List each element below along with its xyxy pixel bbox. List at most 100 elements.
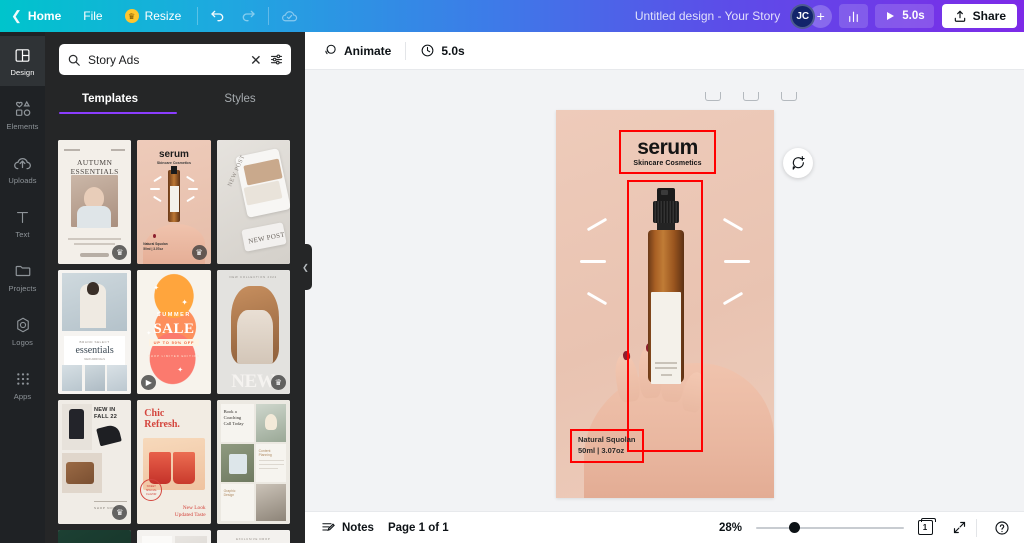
more-options-icon[interactable] [781,92,797,101]
page-manager-button[interactable]: 1 [912,516,938,540]
file-label: File [83,9,103,23]
resize-button[interactable]: ♛ Resize [114,0,193,32]
add-comment-button[interactable] [783,148,813,178]
sidebar-item-logos[interactable]: Logos [0,306,45,356]
collaborators: JC + [790,3,833,29]
sidebar-item-elements[interactable]: Elements [0,90,45,140]
template-thumb-chic-refresh[interactable]: Chic Refresh. SWEET SPECIAL FLAVOR New Look… [137,400,211,524]
caption-line-2: 50ml | 3.07oz [578,446,625,456]
template-thumb-new-collection-blue[interactable]: EXCLUSIVE DROP NEW COLLECTION [216,530,290,543]
sidebar-item-uploads[interactable]: Uploads [0,144,45,194]
decorative-ray [724,260,750,263]
brand-subtitle: Skincare Cosmetics [633,160,702,167]
brand-text-selection-box[interactable]: serum Skincare Cosmetics [619,130,716,174]
sidebar-item-apps[interactable]: Apps [0,360,45,410]
duplicate-page-icon[interactable] [705,92,721,101]
filter-sliders-icon[interactable] [269,52,284,67]
search-input[interactable] [88,52,243,67]
animate-icon [323,43,338,58]
zoom-slider[interactable] [756,521,904,535]
crown-icon: ♛ [124,9,139,23]
page-indicator[interactable]: Page 1 of 1 [381,516,456,540]
duration-button[interactable]: 5.0s [412,37,472,64]
template-thumb-green-logo[interactable]: BEAUTY STUDIO [58,530,132,543]
template-thumb-new-post-phone[interactable]: NEW POST NEW POST [216,140,290,264]
share-button[interactable]: Share [941,4,1017,28]
template-row: AUTUMN ESSENTIALS ♛ serum Skincare Cosmet… [58,140,292,264]
help-button[interactable] [989,516,1015,540]
canvas-scroll-area[interactable]: serum Skincare Cosmetics Natural Squolan… [305,70,1024,543]
template-row: BRAND SELECT essentials NEW ARRIVALS SUM… [58,270,292,394]
panel-collapse-button[interactable]: ❮ [299,244,312,290]
bottle-selection-box[interactable] [627,180,703,452]
projects-icon [14,262,32,281]
template-row: NEW IN FALL 22 SHOP NOW ♛ Chic Refresh. SW… [58,400,292,524]
page-count-badge: 1 [917,518,936,535]
present-duration-label: 5.0s [902,10,925,22]
sidebar-label-logos: Logos [12,337,33,347]
template-thumb-autumn-essentials[interactable]: AUTUMN ESSENTIALS ♛ [58,140,132,264]
template-thumb-serum-skincare[interactable]: serum Skincare Cosmetics Natural Squolan… [137,140,211,264]
canvas-toolbar: Animate 5.0s [305,32,1024,70]
file-menu-button[interactable]: File [72,0,113,32]
notes-label: Notes [342,521,374,534]
avatar[interactable]: JC [790,3,816,29]
redo-button[interactable] [233,1,263,31]
premium-crown-badge: ♛ [270,375,286,390]
close-icon[interactable]: ✕ [250,53,262,67]
zoom-level-label[interactable]: 28% [719,522,742,534]
notes-button[interactable]: Notes [314,516,381,540]
divider [976,518,977,537]
template-thumb-summer-sale[interactable]: SUMMER SALE UP TO 50% OFF SHOP LIMITED E… [137,270,211,394]
top-toolbar: ❮ Home File ♛ Resize Untitled design - Y… [0,0,1024,32]
template-thumb-new-collection[interactable]: NEW COLLECTION 2022 NEW ♛ [216,270,290,394]
resize-label: Resize [144,9,182,23]
sidebar-label-apps: Apps [13,391,32,401]
tab-templates[interactable]: Templates [45,87,175,114]
clock-icon [420,43,435,58]
zoom-slider-track [756,526,904,529]
uploads-icon [13,154,32,173]
delete-page-icon[interactable] [743,92,759,101]
comment-add-icon [790,155,806,171]
insights-button[interactable] [839,4,869,28]
divider [268,7,270,25]
share-label: Share [972,9,1006,23]
animate-button[interactable]: Animate [315,37,399,64]
sidebar-label-design: Design [10,67,35,77]
zoom-slider-handle[interactable] [789,522,800,533]
template-thumb-coaching-call[interactable]: Book a Coaching Call Today Content Planning… [216,400,290,524]
template-thumb-new-in-fall[interactable]: NEW IN FALL 22 SHOP NOW ♛ [58,400,132,524]
divider [405,41,407,60]
sidebar-item-design[interactable]: Design [0,36,45,86]
caption-selection-box[interactable]: Natural Squolan 50ml | 3.07oz [570,429,644,463]
panel-tabs: Templates Styles [45,87,305,114]
workspace: Animate 5.0s serum Skincare Cosmetics Na… [305,32,1024,543]
divider [197,7,199,25]
present-button[interactable]: 5.0s [875,4,934,28]
undo-button[interactable] [203,1,233,31]
fullscreen-icon [952,520,967,535]
document-title[interactable]: Untitled design - Your Story [635,9,790,23]
sidebar-label-projects: Projects [8,283,37,293]
search-box[interactable]: ✕ [59,44,291,75]
tab-styles[interactable]: Styles [175,87,305,114]
notes-icon [321,520,336,535]
animate-label: Animate [344,43,392,58]
template-thumb-lookbook-bag[interactable]: THE JOURNAL [137,530,211,543]
bar-chart-icon [846,9,861,24]
play-icon [884,10,896,22]
design-page[interactable]: serum Skincare Cosmetics Natural Squolan… [556,110,774,498]
fullscreen-button[interactable] [946,516,972,540]
cloud-saved-icon[interactable] [274,1,304,31]
template-thumb-essentials-lookbook[interactable]: BRAND SELECT essentials NEW ARRIVALS [58,270,132,394]
template-row: BEAUTY STUDIO THE JOURNAL EXCLUSIVE DROP… [58,530,292,543]
sidebar-item-text[interactable]: Text [0,198,45,248]
text-icon [14,208,31,227]
template-grid[interactable]: AUTUMN ESSENTIALS ♛ serum Skincare Cosmet… [45,135,305,543]
sidebar-item-projects[interactable]: Projects [0,252,45,302]
tab-active-underline [59,111,177,114]
sidebar-label-text: Text [15,229,30,239]
apps-icon [15,370,31,389]
home-button[interactable]: ❮ Home [0,0,72,32]
